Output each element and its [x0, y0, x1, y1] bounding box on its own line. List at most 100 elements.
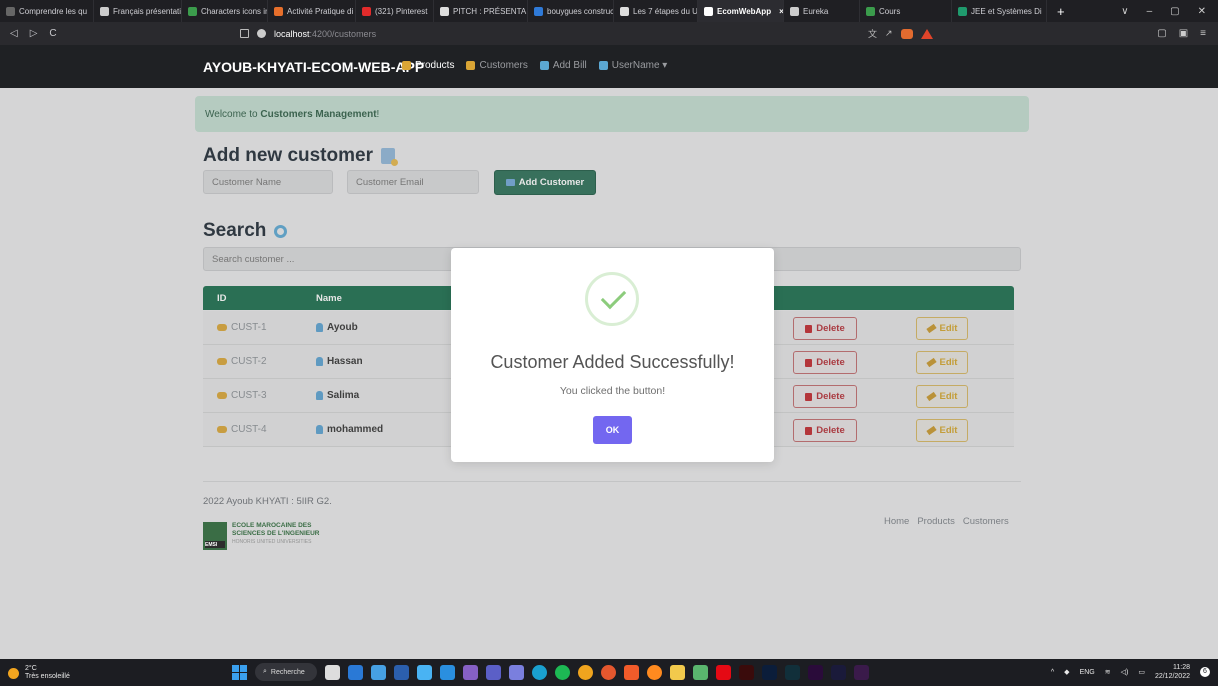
menu-icon[interactable]: ≡	[1200, 28, 1206, 39]
tab-label: JEE et Systèmes Di	[971, 6, 1042, 16]
settings-app-icon[interactable]	[417, 664, 432, 680]
tab-favicon-icon	[534, 6, 543, 16]
translate-icon[interactable]: ⽂	[868, 27, 877, 40]
browser-address-bar: ◁ ▷ C localhost:4200/customers ⽂ ↗ ▢ ▣ ≡	[0, 22, 1218, 45]
visual-studio-icon[interactable]	[463, 664, 478, 680]
store-icon[interactable]	[371, 664, 386, 680]
firefox-icon[interactable]	[647, 664, 662, 680]
volume-icon[interactable]: ◁)	[1121, 668, 1129, 676]
lightroom-icon[interactable]	[785, 664, 800, 680]
app-navbar: AYOUB-KHYATI-ECOM-WEB-APP Products Custom…	[0, 45, 1218, 88]
word-icon[interactable]	[394, 664, 409, 680]
outlook-icon[interactable]	[348, 664, 363, 680]
nav-link-3[interactable]: Add Bill	[539, 60, 587, 71]
browser-tab[interactable]: Français présentati	[94, 0, 182, 22]
browser-tab[interactable]: Les 7 étapes du UX	[614, 0, 698, 22]
app-icon-2[interactable]	[693, 664, 708, 680]
brave-icon[interactable]	[624, 664, 639, 680]
logo-badge: EMSI	[205, 542, 218, 548]
tab-favicon-icon	[6, 6, 15, 16]
notification-icon[interactable]: 6	[1200, 667, 1210, 677]
vscode-icon[interactable]	[440, 664, 455, 680]
site-info-icon[interactable]	[257, 29, 266, 38]
task-view-icon[interactable]	[325, 664, 340, 680]
browser-tab[interactable]: (321) Pinterest	[356, 0, 434, 22]
firefox-dev-icon[interactable]	[601, 664, 616, 680]
brave-shield-icon[interactable]	[900, 28, 913, 39]
nav-link-label: Add Bill	[552, 60, 587, 71]
tab-label: PITCH : PRÉSENTA	[453, 6, 527, 16]
tab-label: EcomWebApp	[717, 6, 772, 16]
chevron-down-icon[interactable]: ∨	[1121, 6, 1128, 17]
url-field[interactable]: localhost:4200/customers	[240, 29, 376, 39]
close-icon[interactable]: ✕	[1198, 6, 1206, 17]
browser-tab[interactable]: Cours	[860, 0, 952, 22]
nav-link-4[interactable]: UserName ▾	[598, 60, 667, 71]
premiere-icon[interactable]	[808, 664, 823, 680]
nav-link-1[interactable]: Products	[402, 60, 454, 71]
ok-button[interactable]: OK	[593, 416, 632, 444]
browser-tab[interactable]: JEE et Systèmes Di	[952, 0, 1047, 22]
windows-taskbar: 2°C Très ensoleillé ⌕ Recherche ^ ◆ ENG …	[0, 659, 1218, 686]
new-tab-icon[interactable]: +	[1047, 4, 1075, 19]
file-explorer-icon[interactable]	[670, 664, 685, 680]
dialog-text: You clicked the button!	[559, 385, 666, 397]
nav-link-2[interactable]: Customers	[466, 60, 528, 71]
maximize-icon[interactable]: ▢	[1170, 6, 1179, 17]
rewards-icon[interactable]	[920, 28, 933, 39]
taskbar-search[interactable]: ⌕ Recherche	[255, 663, 317, 681]
browser-tab[interactable]: Characters icons in	[182, 0, 268, 22]
tab-favicon-icon	[440, 6, 449, 16]
reload-icon[interactable]: C	[49, 28, 56, 39]
back-icon[interactable]: ◁	[10, 28, 18, 39]
chrome-icon[interactable]	[578, 664, 593, 680]
edge-icon[interactable]	[532, 664, 547, 680]
success-dialog: Customer Added Successfully! You clicked…	[451, 248, 774, 462]
tray-app-icon[interactable]: ◆	[1064, 668, 1069, 676]
netflix-icon[interactable]	[716, 664, 731, 680]
windows-start-icon[interactable]	[232, 664, 247, 680]
browser-tab[interactable]: bouygues construc	[528, 0, 614, 22]
navbar-brand[interactable]: AYOUB-KHYATI-ECOM-WEB-APP	[203, 59, 424, 75]
address-bar-actions: ⽂ ↗	[868, 22, 933, 45]
browser-tab[interactable]: Activité Pratique di	[268, 0, 356, 22]
clock-time: 11:28	[1173, 664, 1190, 671]
minimize-icon[interactable]: –	[1147, 6, 1153, 17]
weather-widget[interactable]: 2°C Très ensoleillé	[8, 665, 70, 681]
wifi-icon[interactable]: ≋	[1105, 668, 1111, 676]
dialog-title: Customer Added Successfully!	[490, 352, 735, 372]
share-icon[interactable]: ↗	[885, 28, 893, 39]
box-icon	[402, 61, 411, 70]
browser-tab[interactable]: PITCH : PRÉSENTA	[434, 0, 528, 22]
notification-count: 6	[1203, 668, 1207, 675]
taskbar-apps: ⌕ Recherche	[232, 663, 869, 681]
clock[interactable]: 11:28 22/12/2022	[1155, 663, 1190, 681]
teams-icon[interactable]	[486, 664, 501, 680]
chevron-up-icon[interactable]: ^	[1051, 669, 1054, 676]
bookmark-icon[interactable]	[240, 29, 249, 38]
url-host: localhost	[274, 28, 310, 39]
language-indicator[interactable]: ENG	[1080, 669, 1095, 676]
navbar-links: Products Customers Add Bill UserName ▾	[402, 60, 667, 71]
forward-icon[interactable]: ▷	[30, 28, 38, 39]
wallet-icon[interactable]: ▣	[1179, 28, 1188, 39]
battery-icon[interactable]: ▭	[1138, 668, 1145, 676]
sidebar-icon[interactable]: ▢	[1157, 28, 1166, 39]
tab-label: Activité Pratique di	[287, 6, 354, 16]
after-effects-icon[interactable]	[831, 664, 846, 680]
tab-favicon-icon	[704, 6, 713, 16]
browser-tab[interactable]: EcomWebApp ×	[698, 0, 784, 22]
spotify-icon[interactable]	[555, 664, 570, 680]
app-icon[interactable]	[509, 664, 524, 680]
xd-icon[interactable]	[854, 664, 869, 680]
clock-date: 22/12/2022	[1154, 673, 1190, 680]
browser-tab[interactable]: Eureka	[784, 0, 860, 22]
tab-favicon-icon	[620, 6, 629, 16]
user-icon	[598, 61, 608, 70]
browser-nav-buttons: ◁ ▷ C	[0, 28, 240, 39]
nav-link-label: Products	[415, 60, 455, 71]
browser-tab[interactable]: Comprendre les qu	[0, 0, 94, 22]
url-path: :4200/customers	[309, 28, 377, 39]
photoshop-icon[interactable]	[762, 664, 777, 680]
illustrator-icon[interactable]	[739, 664, 754, 680]
